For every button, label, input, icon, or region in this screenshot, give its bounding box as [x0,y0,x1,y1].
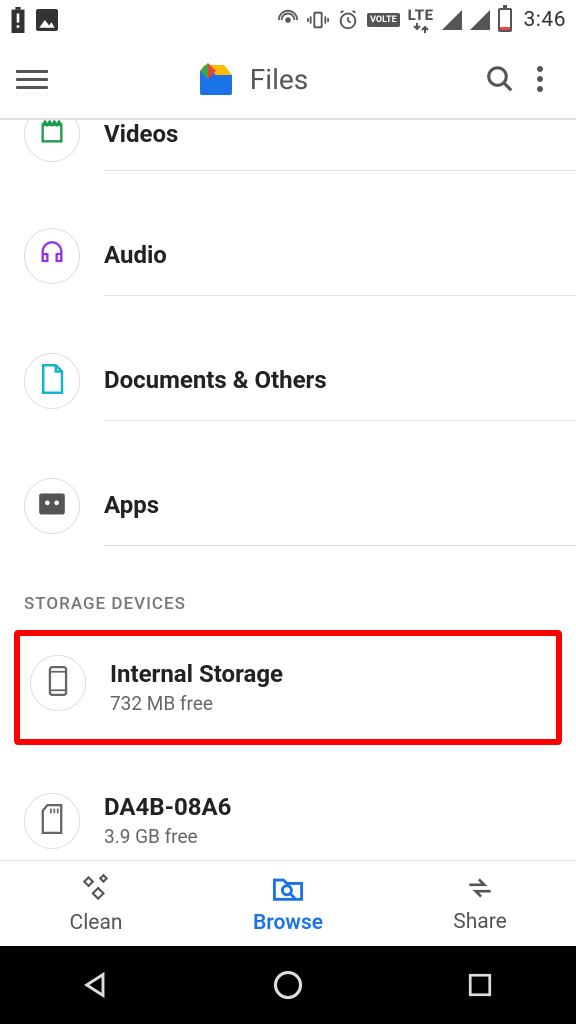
device-sdcard[interactable]: DA4B-08A6 3.9 GB free [0,745,576,860]
nav-recent[interactable] [460,965,500,1005]
category-apps[interactable]: Apps [0,443,576,568]
category-videos[interactable]: Videos [0,120,576,193]
device-sublabel: 3.9 GB free [104,825,556,848]
device-label: DA4B-08A6 [104,793,556,821]
device-label: Internal Storage [110,660,536,688]
category-audio[interactable]: Audio [0,193,576,318]
signal-2-icon [470,10,490,30]
battery-icon [498,8,512,32]
videos-icon [38,120,66,150]
image-icon [36,7,58,33]
category-label: Apps [104,491,556,519]
clean-icon [80,873,112,907]
audio-icon [38,240,66,272]
menu-button[interactable] [16,70,48,89]
tab-label: Browse [253,911,323,935]
category-label: Videos [104,120,556,148]
lte-indicator: LTE [408,8,434,33]
category-label: Audio [104,241,556,269]
alarm-icon [337,9,359,31]
content-area: Videos Audio Documents & Others Apps STO… [0,120,576,860]
sd-card-icon [40,804,64,838]
tab-browse[interactable]: Browse [192,861,384,946]
signal-1-icon [442,10,462,30]
tab-label: Share [453,910,507,934]
status-bar: VOLTE LTE 3:46 [0,0,576,40]
status-time: 3:46 [524,8,567,32]
app-title-group: Files [196,59,308,99]
vibrate-icon [307,9,329,31]
search-button[interactable] [480,59,520,99]
bottom-nav: Clean Browse Share [0,860,576,946]
volte-badge: VOLTE [367,13,400,27]
category-label: Documents & Others [104,366,556,394]
phone-storage-icon [48,666,68,700]
android-nav-bar [0,946,576,1024]
device-internal-storage[interactable]: Internal Storage 732 MB free [20,636,556,739]
share-icon [464,874,496,906]
device-sublabel: 732 MB free [110,692,536,715]
storage-devices-header: STORAGE DEVICES [0,568,576,626]
tab-clean[interactable]: Clean [0,861,192,946]
alert-battery-icon [10,7,26,33]
nav-home[interactable] [268,965,308,1005]
browse-icon [271,873,305,907]
highlight-internal-storage: Internal Storage 732 MB free [14,630,562,745]
nav-back[interactable] [76,965,116,1005]
tab-share[interactable]: Share [384,861,576,946]
app-title: Files [250,63,308,96]
app-bar: Files [0,40,576,120]
apps-icon [38,492,66,520]
files-logo-icon [196,59,236,99]
tab-label: Clean [70,911,123,935]
document-icon [39,364,65,398]
category-documents[interactable]: Documents & Others [0,318,576,443]
hotspot-icon [277,9,299,31]
more-button[interactable] [520,59,560,99]
